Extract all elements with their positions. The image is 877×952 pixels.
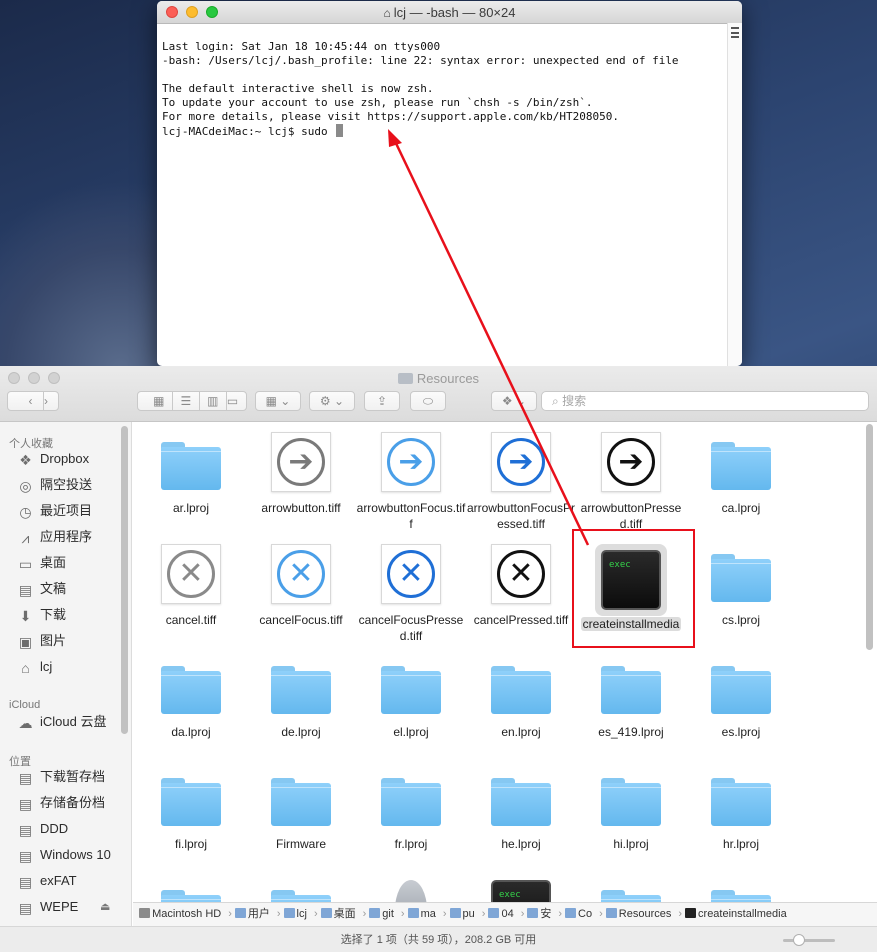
annotation-arrow <box>388 129 590 546</box>
